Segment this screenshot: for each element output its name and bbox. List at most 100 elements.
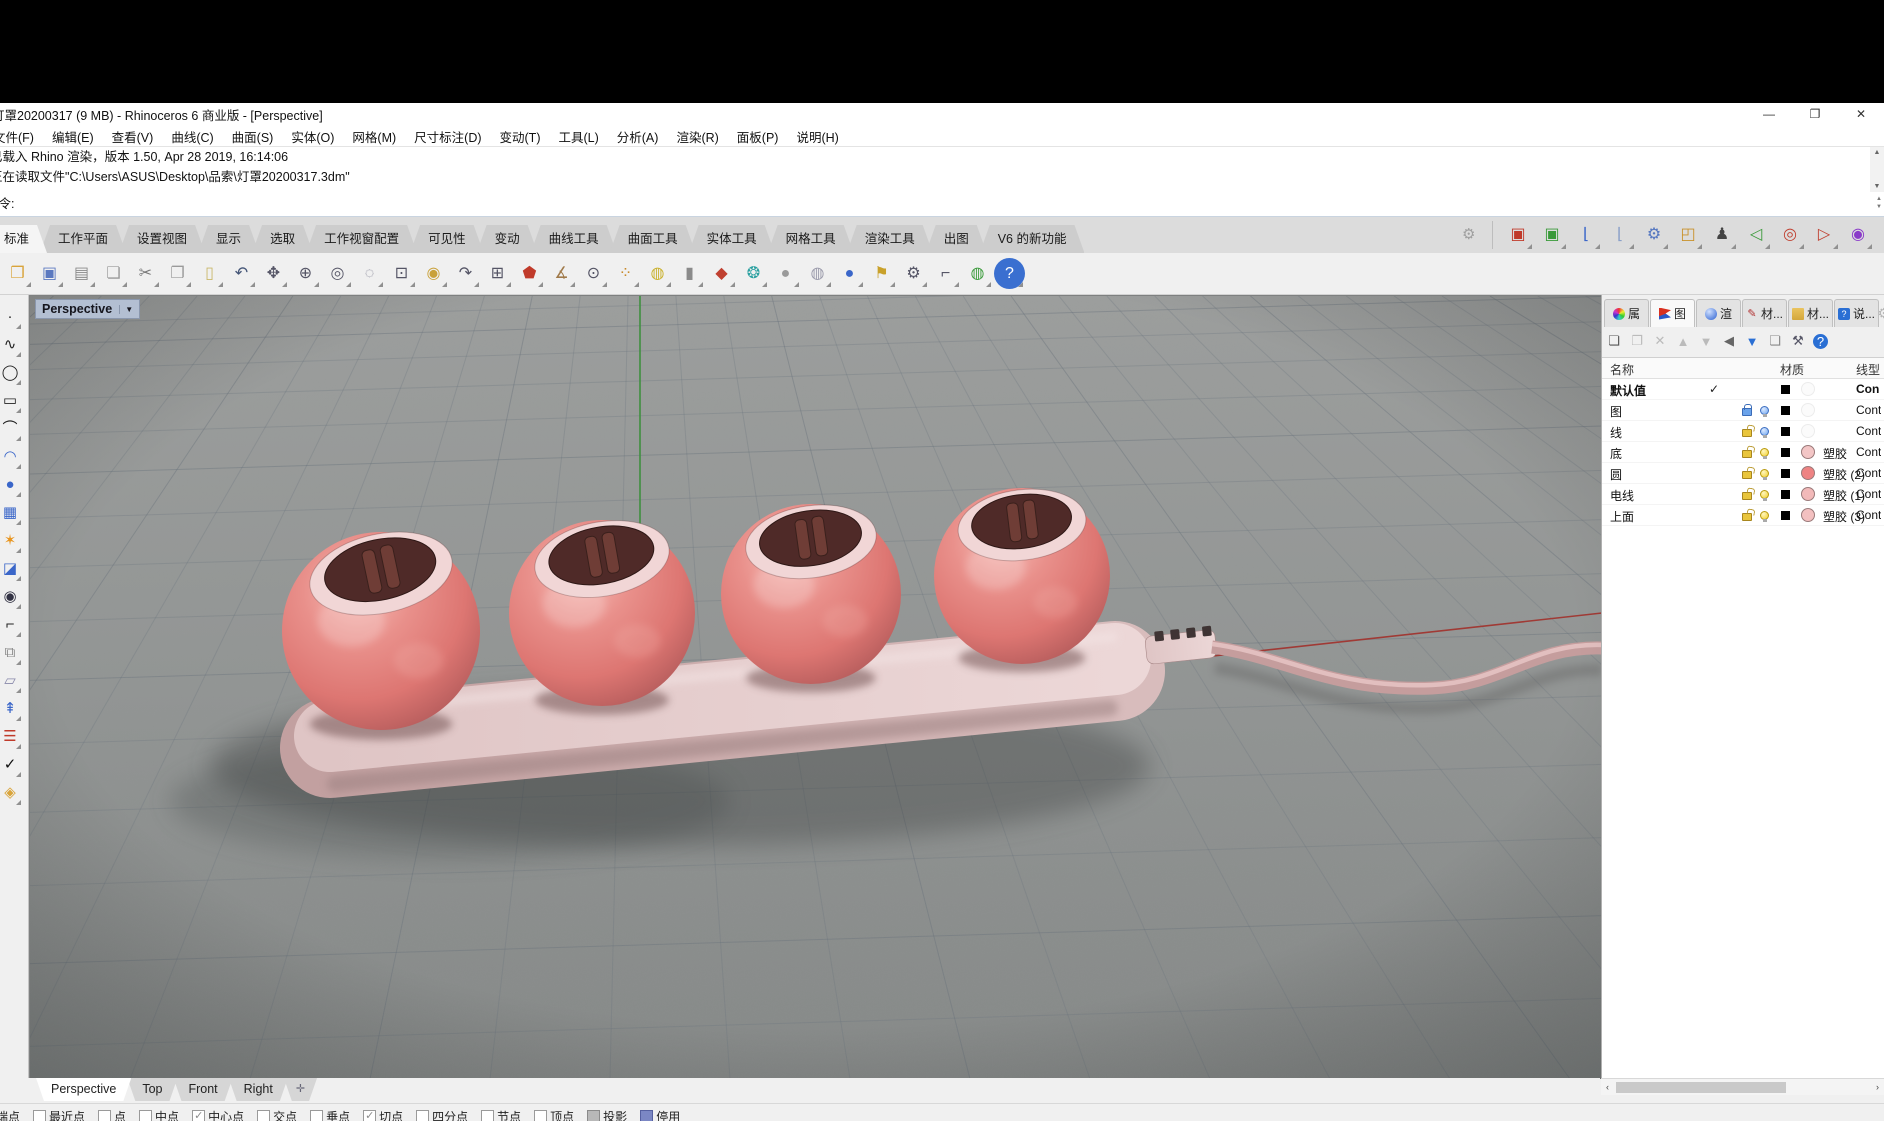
layer-color-swatch[interactable] bbox=[1781, 427, 1790, 436]
extrude-icon[interactable]: ⇞ bbox=[0, 695, 23, 723]
lock-icon[interactable] bbox=[1742, 450, 1752, 458]
bulb-icon[interactable] bbox=[1760, 490, 1769, 499]
cplane-icon[interactable]: ⌊ bbox=[1570, 219, 1602, 251]
zoom-in-icon[interactable]: ◎ bbox=[322, 258, 353, 289]
osnap-option[interactable]: 切点 bbox=[363, 1108, 403, 1121]
layer-color-swatch[interactable] bbox=[1781, 469, 1790, 478]
gear-icon[interactable]: ⚙ bbox=[1462, 225, 1475, 243]
circle-center-icon[interactable]: ⊙ bbox=[578, 258, 609, 289]
ribbon-tab[interactable]: 渲染工具 bbox=[847, 225, 933, 253]
rectangle-icon[interactable]: ▭ bbox=[0, 387, 23, 415]
osnap-checkbox[interactable] bbox=[534, 1110, 547, 1121]
osnap-option[interactable]: 中心点 bbox=[192, 1108, 244, 1121]
flag-icon[interactable]: ⚑ bbox=[866, 258, 897, 289]
array-icon[interactable]: ☰ bbox=[0, 723, 23, 751]
four-viewports-icon[interactable]: ⊞ bbox=[482, 258, 513, 289]
lock-icon[interactable] bbox=[1742, 471, 1752, 479]
redo-view-icon[interactable]: ↷ bbox=[450, 258, 481, 289]
viewport-dropdown-icon[interactable]: ▼ bbox=[119, 305, 133, 314]
explode-icon[interactable]: ✶ bbox=[0, 527, 23, 555]
scroll-down-icon[interactable]: ▼ bbox=[1874, 183, 1881, 190]
ribbon-tab[interactable]: 选取 bbox=[252, 225, 313, 253]
zoom-lens-icon[interactable]: ◉ bbox=[1842, 219, 1874, 251]
close-button[interactable]: ✕ bbox=[1838, 103, 1884, 126]
walkabout-icon[interactable]: ♟ bbox=[1706, 219, 1738, 251]
osnap-checkbox[interactable] bbox=[98, 1110, 111, 1121]
sphere-icon[interactable]: ● bbox=[0, 471, 23, 499]
panel-tab[interactable]: ? 说... bbox=[1834, 299, 1879, 327]
new-sublayer-icon[interactable]: ❐ bbox=[1629, 333, 1645, 349]
filter-icon[interactable]: ▼ bbox=[1744, 334, 1760, 349]
lock-icon[interactable] bbox=[1742, 429, 1752, 437]
osnap-checkbox[interactable] bbox=[416, 1110, 429, 1121]
zoom-window-icon[interactable]: ⊡ bbox=[386, 258, 417, 289]
rotate-view-icon[interactable]: ⊕ bbox=[290, 258, 321, 289]
menu-item[interactable]: 分析(A) bbox=[608, 127, 668, 146]
panel-tab[interactable]: 材... bbox=[1788, 299, 1833, 327]
save-icon[interactable]: ▣ bbox=[34, 258, 65, 289]
menu-item[interactable]: 说明(H) bbox=[787, 127, 847, 146]
ribbon-tab[interactable]: 出图 bbox=[926, 225, 987, 253]
bulb-icon[interactable] bbox=[1760, 469, 1769, 478]
上面[interactable]: 上面 塑胶 (3) Cont bbox=[1602, 505, 1884, 526]
线[interactable]: 线 Cont bbox=[1602, 421, 1884, 442]
osnap-option[interactable]: 停用 bbox=[640, 1108, 680, 1121]
dimension-icon[interactable]: ◈ bbox=[0, 779, 23, 807]
move-icon[interactable]: ▱ bbox=[0, 667, 23, 695]
split-icon[interactable]: ◪ bbox=[0, 555, 23, 583]
pan-icon[interactable]: ✥ bbox=[258, 258, 289, 289]
lock-icon[interactable]: ▮ bbox=[674, 258, 705, 289]
prompt-spinner[interactable]: ▲▼ bbox=[1876, 195, 1882, 211]
scroll-up-icon[interactable]: ▲ bbox=[1874, 149, 1881, 156]
menu-item[interactable]: 尺寸标注(D) bbox=[405, 127, 490, 146]
圆[interactable]: 圆 塑胶 (2) Cont bbox=[1602, 463, 1884, 484]
osnap-checkbox[interactable] bbox=[363, 1110, 376, 1121]
cplane-alt-icon[interactable]: ⌊ bbox=[1604, 219, 1636, 251]
ribbon-tab[interactable]: 网格工具 bbox=[768, 225, 854, 253]
next-view-icon[interactable]: ▷ bbox=[1808, 219, 1840, 251]
scroll-right-icon[interactable]: › bbox=[1871, 1082, 1884, 1092]
bulb-icon[interactable] bbox=[1760, 406, 1769, 415]
ribbon-tab[interactable]: 实体工具 bbox=[689, 225, 775, 253]
surface-icon[interactable]: ◠ bbox=[0, 443, 23, 471]
shaded-sphere-icon[interactable]: ● bbox=[770, 258, 801, 289]
layer-color-swatch[interactable] bbox=[1781, 511, 1790, 520]
command-prompt[interactable]: 指令: bbox=[0, 197, 14, 211]
ribbon-tab[interactable]: 工作视窗配置 bbox=[306, 225, 417, 253]
check-icon[interactable]: ✓ bbox=[0, 751, 23, 779]
scroll-thumb[interactable] bbox=[1616, 1082, 1786, 1093]
底[interactable]: 底 塑胶 Cont bbox=[1602, 442, 1884, 463]
copy-icon[interactable]: ❐ bbox=[162, 258, 193, 289]
osnap-option[interactable]: 投影 bbox=[587, 1108, 627, 1121]
zoom-selected-icon[interactable]: ◉ bbox=[418, 258, 449, 289]
ribbon-tab[interactable]: 标准 bbox=[0, 225, 47, 253]
lamp-icon[interactable]: ◍ bbox=[642, 258, 673, 289]
ribbon-tab[interactable]: 可见性 bbox=[410, 225, 484, 253]
undo-icon[interactable]: ↶ bbox=[226, 258, 257, 289]
back-view-icon[interactable]: ◁ bbox=[1740, 219, 1772, 251]
图[interactable]: 图 Cont bbox=[1602, 400, 1884, 421]
ribbon-tab[interactable]: 显示 bbox=[198, 225, 259, 253]
command-scrollbar[interactable]: ▲ ▼ bbox=[1870, 147, 1884, 192]
menu-item[interactable]: 实体(O) bbox=[282, 127, 343, 146]
osnap-option[interactable]: 交点 bbox=[257, 1108, 297, 1121]
osnap-checkbox[interactable] bbox=[481, 1110, 494, 1121]
viewport-tab[interactable]: Top bbox=[127, 1078, 177, 1101]
osnap-checkbox[interactable] bbox=[192, 1110, 205, 1121]
move-down-icon[interactable]: ▼ bbox=[1698, 334, 1714, 349]
print-icon[interactable]: ▤ bbox=[66, 258, 97, 289]
zoom-extents-icon[interactable]: ◎ bbox=[1774, 219, 1806, 251]
osnap-option[interactable]: 节点 bbox=[481, 1108, 521, 1121]
panel-help-icon[interactable]: ? bbox=[1813, 334, 1828, 349]
command-prompt-row[interactable]: 指令: ▲▼ bbox=[0, 192, 1884, 217]
osnap-checkbox[interactable] bbox=[33, 1110, 46, 1121]
menu-item[interactable]: 面板(P) bbox=[728, 127, 788, 146]
osnap-checkbox[interactable] bbox=[310, 1110, 323, 1121]
lock-icon[interactable] bbox=[1742, 492, 1752, 500]
osnap-option[interactable]: 顶点 bbox=[534, 1108, 574, 1121]
menu-item[interactable]: 曲面(S) bbox=[223, 127, 283, 146]
match-layer-icon[interactable]: ❏ bbox=[1767, 333, 1783, 349]
distance-icon[interactable]: ∡ bbox=[546, 258, 577, 289]
osnap-option[interactable]: 最近点 bbox=[33, 1108, 85, 1121]
boolean-icon[interactable]: ◉ bbox=[0, 583, 23, 611]
